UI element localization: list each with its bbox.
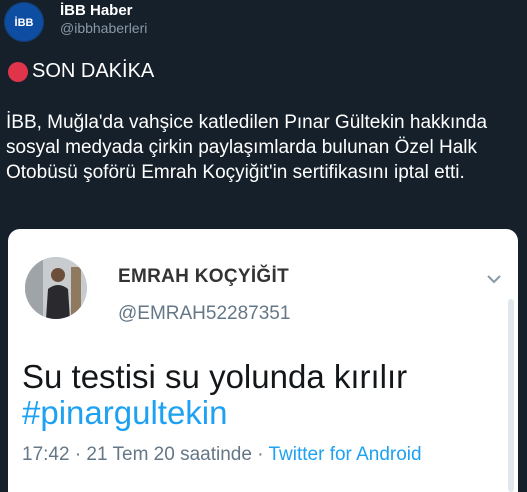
account-handle[interactable]: @ibbhaberleri <box>60 20 147 36</box>
embedded-hashtag: #pinargultekin <box>22 394 228 431</box>
chevron-down-icon <box>486 271 502 287</box>
embedded-tweet-screenshot: EMRAH KOÇYİĞİT @EMRAH52287351 Su testisi… <box>8 229 518 492</box>
embedded-tweet-meta: 17:42 · 21 Tem 20 saatinde · Twitter for… <box>22 444 422 466</box>
breaking-text: SON DAKİKA <box>32 60 155 82</box>
embedded-tweet-text: Su testisi su yolunda kırılır <box>22 358 408 395</box>
tweet-text: İBB, Muğla'da vahşice katledilen Pınar G… <box>6 112 488 183</box>
scrollbar <box>508 299 514 492</box>
embedded-user-name: EMRAH KOÇYİĞİT <box>118 266 289 287</box>
user-photo <box>25 257 87 319</box>
ibb-logo-icon[interactable]: İBB <box>4 2 44 42</box>
svg-text:İBB: İBB <box>15 16 34 29</box>
embedded-source: Twitter for Android <box>268 444 422 465</box>
breaking-news-label: SON DAKİKA <box>8 60 154 83</box>
embedded-time: 17:42 · 21 Tem 20 saatinde · <box>22 444 269 465</box>
account-name[interactable]: İBB Haber <box>60 2 133 19</box>
embedded-user-handle: @EMRAH52287351 <box>118 303 291 324</box>
tweet-header: İBB İBB Haber @ibbhaberleri <box>0 0 527 50</box>
red-circle-icon <box>8 61 28 82</box>
